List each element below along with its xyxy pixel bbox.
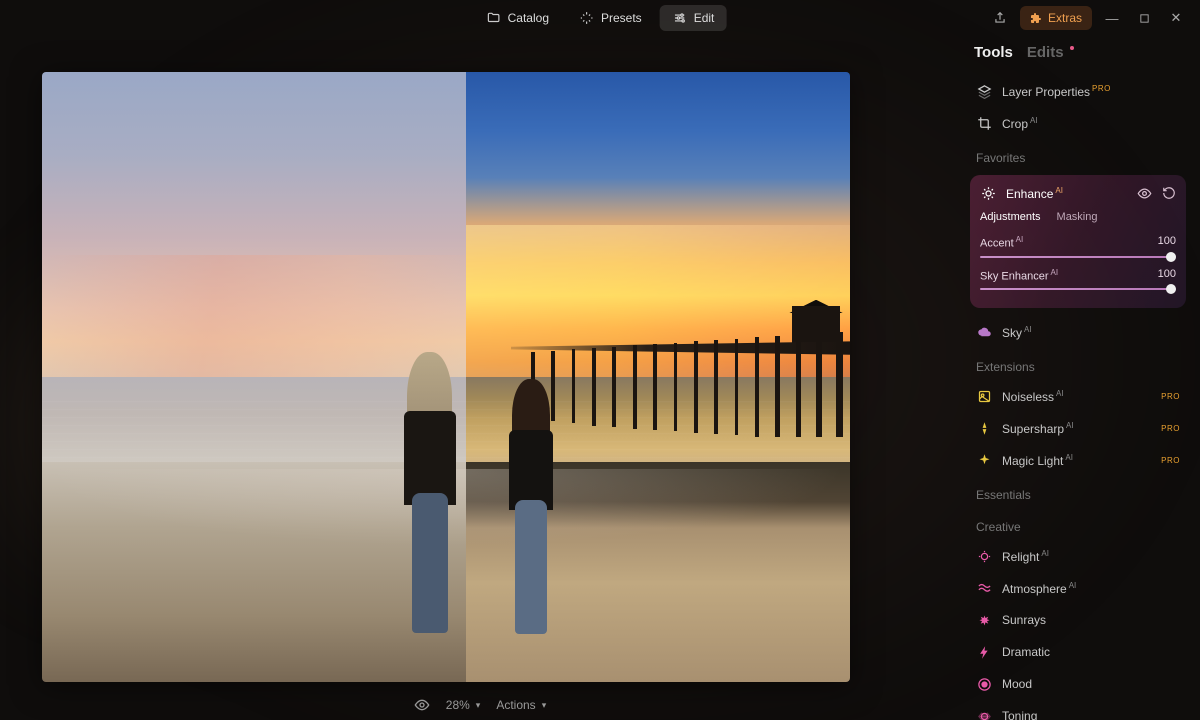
extras-button[interactable]: Extras	[1020, 6, 1092, 30]
extras-label: Extras	[1048, 11, 1082, 25]
sky-tool[interactable]: SkyAI	[970, 316, 1186, 348]
edit-label: Edit	[694, 11, 715, 25]
catalog-button[interactable]: Catalog	[474, 5, 561, 31]
mood-tool[interactable]: Mood	[970, 668, 1186, 700]
tab-edits[interactable]: Edits	[1027, 44, 1064, 61]
enhance-card: EnhanceAI Adjustments Masking AccentAI 1…	[970, 175, 1186, 308]
relight-icon	[976, 548, 992, 564]
chevron-down-icon: ▾	[542, 700, 547, 711]
minimize-button[interactable]: —	[1100, 6, 1124, 30]
edit-button[interactable]: Edit	[660, 5, 727, 31]
visibility-toggle[interactable]	[1137, 186, 1152, 201]
sunrays-tool[interactable]: Sunrays	[970, 604, 1186, 636]
edits-indicator	[1070, 46, 1074, 50]
before-after-preview	[42, 72, 850, 682]
person-right	[494, 371, 567, 639]
atmosphere-icon	[976, 580, 992, 596]
magiclight-icon	[976, 452, 992, 468]
noiseless-tool[interactable]: NoiselessAI PRO	[970, 380, 1186, 412]
tab-tools[interactable]: Tools	[974, 44, 1013, 61]
toning-icon	[976, 708, 992, 720]
catalog-label: Catalog	[508, 11, 549, 25]
essentials-section: Essentials	[970, 476, 1186, 508]
person-left	[389, 347, 470, 640]
magiclight-tool[interactable]: Magic LightAI PRO	[970, 444, 1186, 476]
share-button[interactable]	[988, 6, 1012, 30]
relight-tool[interactable]: RelightAI	[970, 540, 1186, 572]
maximize-button[interactable]	[1132, 6, 1156, 30]
close-button[interactable]: ✕	[1164, 6, 1188, 30]
dramatic-icon	[976, 644, 992, 660]
statusbar: 28% ▾ Actions ▾	[0, 690, 960, 720]
toning-tool[interactable]: Toning	[970, 700, 1186, 720]
crop-icon	[976, 115, 992, 131]
actions-menu[interactable]: Actions ▾	[496, 698, 546, 712]
supersharp-icon	[976, 420, 992, 436]
enhance-icon	[980, 185, 996, 201]
accent-slider[interactable]: AccentAI 100	[980, 235, 1176, 258]
supersharp-tool[interactable]: SupersharpAI PRO	[970, 412, 1186, 444]
cloud-icon	[976, 324, 992, 340]
noiseless-icon	[976, 388, 992, 404]
masking-tab[interactable]: Masking	[1057, 211, 1098, 223]
topbar: Catalog Presets Edit Extras — ✕	[0, 0, 1200, 36]
puzzle-icon	[1030, 12, 1042, 24]
extensions-section: Extensions	[970, 348, 1186, 380]
layer-properties-tool[interactable]: Layer PropertiesPRO	[970, 75, 1186, 107]
presets-label: Presets	[601, 11, 642, 25]
crop-tool[interactable]: CropAI	[970, 107, 1186, 139]
image-canvas[interactable]	[42, 72, 850, 682]
adjustments-tab[interactable]: Adjustments	[980, 211, 1041, 223]
reset-button[interactable]	[1162, 186, 1176, 200]
atmosphere-tool[interactable]: AtmosphereAI	[970, 572, 1186, 604]
sky-enhancer-slider[interactable]: Sky EnhancerAI 100	[980, 268, 1176, 291]
chevron-down-icon: ▾	[476, 700, 481, 711]
slider-thumb[interactable]	[1166, 252, 1176, 262]
folder-icon	[486, 10, 502, 26]
sparkle-icon	[579, 10, 595, 26]
sunrays-icon	[976, 612, 992, 628]
sliders-icon	[672, 10, 688, 26]
mood-icon	[976, 676, 992, 692]
tools-panel: Tools Edits Layer PropertiesPRO CropAI F…	[970, 40, 1190, 720]
zoom-level[interactable]: 28% ▾	[446, 698, 481, 712]
presets-button[interactable]: Presets	[567, 5, 654, 31]
dramatic-tool[interactable]: Dramatic	[970, 636, 1186, 668]
slider-thumb[interactable]	[1166, 284, 1176, 294]
creative-section: Creative	[970, 508, 1186, 540]
layers-icon	[976, 83, 992, 99]
favorites-section: Favorites	[970, 139, 1186, 171]
preview-toggle[interactable]	[414, 697, 430, 713]
